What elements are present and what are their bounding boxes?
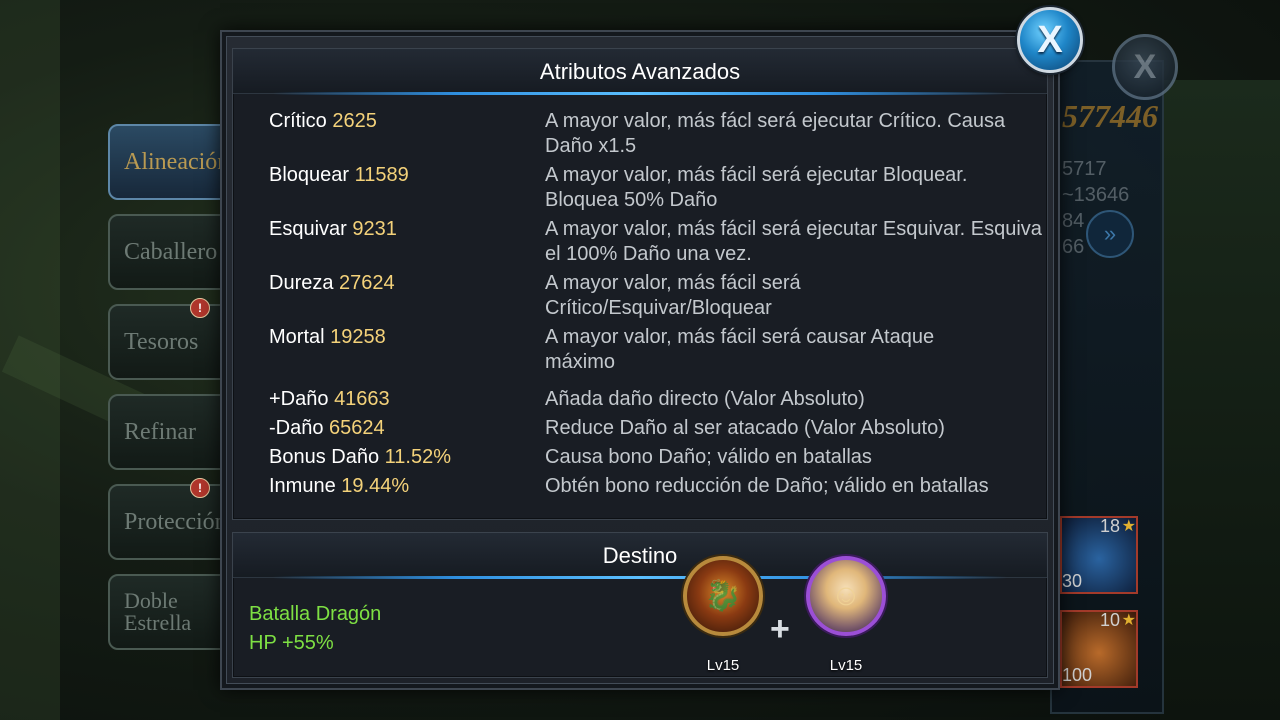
tab-tesoros[interactable]: Tesoros! — [108, 298, 238, 380]
bg-close-icon[interactable]: X — [1112, 34, 1178, 100]
destiny-section: Destino Batalla Dragón HP +55% — [232, 532, 1048, 678]
tab-label: Alineación — [124, 149, 230, 175]
attribute-row-critico: Crítico 2625 A mayor valor, más fácl ser… — [233, 109, 1049, 161]
close-button[interactable]: X — [1017, 7, 1083, 73]
attribute-value: 65624 — [329, 417, 385, 439]
tab-label: Doble Estrella — [124, 588, 192, 635]
attribute-name: Inmune 19.44% — [269, 474, 409, 499]
attribute-value: 41663 — [334, 388, 390, 410]
bg-stat-3: 84 — [1062, 210, 1085, 232]
attribute-name: Bonus Daño 11.52% — [269, 445, 451, 470]
attribute-label: Crítico — [269, 110, 327, 132]
bg-stat-4: 66 — [1062, 236, 1085, 258]
attribute-row-minus-dano: -Daño 65624 Reduce Daño al ser atacado (… — [233, 416, 1049, 442]
attribute-value: 11.52% — [384, 446, 451, 468]
attribute-description: A mayor valor, más fácil será Crítico/Es… — [545, 272, 801, 319]
hero-level: Lv15 — [706, 657, 740, 674]
bg-right-panel — [1160, 80, 1280, 720]
attribute-label: Dureza — [269, 272, 334, 294]
attribute-label: Bonus Daño — [269, 446, 380, 468]
tab-refinar[interactable]: Refinar — [108, 394, 238, 470]
attribute-row-mortal: Mortal 19258 A mayor valor, más fácil se… — [233, 325, 1049, 377]
attribute-name: -Daño 65624 — [269, 416, 385, 441]
attribute-value: 19258 — [330, 326, 386, 348]
attribute-label: Mortal — [269, 326, 325, 348]
attribute-row-esquivar: Esquivar 9231 A mayor valor, más fácil s… — [233, 217, 1049, 269]
dragon-icon: 🐉 — [704, 579, 742, 613]
attribute-label: +Daño — [269, 388, 329, 410]
tab-proteccion[interactable]: Protección! — [108, 478, 238, 560]
attribute-row-dureza: Dureza 27624 A mayor valor, más fácil se… — [233, 271, 1049, 323]
attribute-description: A mayor valor, más fácil será causar Ata… — [545, 326, 935, 373]
attributes-title: Atributos Avanzados — [539, 59, 741, 84]
attribute-name: +Daño 41663 — [269, 387, 390, 412]
attribute-value: 2625 — [332, 110, 377, 132]
destiny-name: Batalla Dragón — [249, 603, 382, 625]
tab-label: Caballero — [124, 239, 218, 265]
attribute-value: 19.44% — [341, 475, 410, 497]
attribute-description: A mayor valor, más fácil será ejecutar B… — [545, 164, 968, 211]
dragon-hero-portrait[interactable]: 🐉 — [683, 556, 763, 636]
plus-icon: + — [770, 610, 790, 648]
bg-stat-1: 5717 — [1062, 158, 1107, 180]
attribute-name: Esquivar 9231 — [269, 217, 397, 242]
elf-hero-portrait[interactable]: ☺ — [806, 556, 886, 636]
item-count: 10 — [1099, 610, 1120, 630]
attribute-description: Añada daño directo (Valor Absoluto) — [545, 388, 865, 410]
attribute-label: Inmune — [269, 475, 336, 497]
tab-alineacion[interactable]: Alineación — [108, 124, 238, 200]
attributes-header: Atributos Avanzados — [233, 49, 1047, 95]
attribute-value: 9231 — [352, 218, 397, 240]
next-arrow-icon[interactable]: » — [1086, 210, 1134, 258]
attribute-description: A mayor valor, más fácil será ejecutar E… — [545, 218, 1042, 265]
star-icon: ★ — [1121, 518, 1136, 535]
attribute-row-inmune: Inmune 19.44% Obtén bono reducción de Da… — [233, 474, 1049, 500]
advanced-attributes-dialog: Atributos Avanzados Crítico 2625 A mayor… — [220, 30, 1060, 690]
attribute-description: Reduce Daño al ser atacado (Valor Absolu… — [545, 417, 945, 439]
destiny-header: Destino — [233, 533, 1047, 579]
attribute-description: Obtén bono reducción de Daño; válido en … — [545, 475, 989, 497]
item-count: 18 — [1099, 516, 1120, 536]
attribute-row-plus-dano: +Daño 41663 Añada daño directo (Valor Ab… — [233, 387, 1049, 413]
attribute-description: Causa bono Daño; válido en batallas — [545, 446, 872, 468]
attribute-value: 11589 — [354, 164, 409, 186]
tab-doble-estrella[interactable]: Doble Estrella — [108, 574, 233, 650]
item-sub: 100 — [1062, 665, 1093, 685]
attribute-description: A mayor valor, más fácl será ejecutar Cr… — [545, 110, 1006, 157]
attribute-label: Bloquear — [269, 164, 350, 186]
destiny-bonus: HP +55% — [249, 632, 334, 654]
tab-label: Tesoros — [124, 329, 199, 355]
attribute-name: Mortal 19258 — [269, 325, 386, 350]
hero-level: Lv15 — [829, 657, 863, 674]
attribute-label: -Daño — [269, 417, 324, 439]
attributes-section: Atributos Avanzados Crítico 2625 A mayor… — [232, 48, 1048, 520]
item-sub: 30 — [1062, 571, 1083, 591]
alert-icon: ! — [190, 478, 210, 498]
tab-caballero[interactable]: Caballero — [108, 214, 238, 290]
destiny-title: Destino — [602, 543, 678, 568]
tab-label: Protección — [124, 509, 227, 535]
attribute-name: Crítico 2625 — [269, 109, 377, 134]
star-icon: ★ — [1121, 612, 1136, 629]
bg-item-slot[interactable]: 18 ★ 30 — [1060, 516, 1138, 594]
elf-face-icon: ☺ — [830, 579, 862, 612]
attribute-name: Bloquear 11589 — [269, 163, 409, 188]
bg-item-slot[interactable]: 10 ★ 100 — [1060, 610, 1138, 688]
attribute-row-bonus-dano: Bonus Daño 11.52% Causa bono Daño; válid… — [233, 445, 1049, 471]
attribute-name: Dureza 27624 — [269, 271, 395, 296]
attribute-label: Esquivar — [269, 218, 347, 240]
bg-power-value: 577446 — [1062, 98, 1158, 134]
tab-label: Refinar — [124, 419, 196, 445]
bg-stat-2: ~13646 — [1062, 184, 1130, 206]
alert-icon: ! — [190, 298, 210, 318]
attribute-value: 27624 — [339, 272, 395, 294]
attribute-row-bloquear: Bloquear 11589 A mayor valor, más fácil … — [233, 163, 1049, 215]
